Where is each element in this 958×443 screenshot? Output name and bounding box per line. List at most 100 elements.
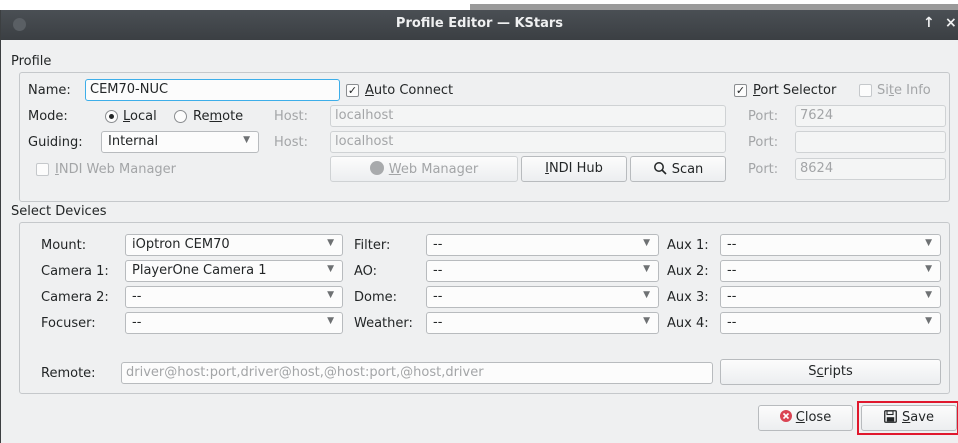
guiding-label: Guiding: (28, 135, 83, 150)
auto-connect-checkbox[interactable]: ✓ (346, 84, 359, 97)
aux3-combo[interactable]: -- ▼ (720, 286, 941, 308)
aux3-combo-value: -- (727, 289, 737, 304)
chevron-down-icon: ▼ (327, 290, 334, 300)
mode-remote-radio[interactable] (174, 110, 187, 123)
mode-local-radio[interactable] (105, 110, 118, 123)
weather-label: Weather: (354, 316, 413, 331)
aux2-combo[interactable]: -- ▼ (720, 260, 941, 282)
auto-connect-label[interactable]: Auto Connect (365, 83, 453, 98)
chevron-down-icon: ▼ (243, 135, 250, 145)
port-selector-label-rest: ort Selector (760, 83, 837, 98)
host-field-1[interactable]: localhost (330, 105, 726, 127)
mount-combo-value: iOptron CEM70 (132, 237, 230, 252)
camera1-label: Camera 1: (41, 264, 109, 279)
camera1-combo-value: PlayerOne Camera 1 (132, 263, 267, 278)
aux2-combo-value: -- (727, 263, 737, 278)
focuser-label: Focuser: (41, 316, 96, 331)
host-label-1: Host: (274, 109, 308, 124)
aux1-label: Aux 1: (667, 238, 709, 253)
port-field-3[interactable]: 8624 (795, 158, 946, 180)
camera2-label: Camera 2: (41, 290, 109, 305)
scan-button[interactable]: Scan (630, 156, 726, 182)
port-label-1: Port: (748, 109, 779, 124)
profile-editor-window: Profile Editor — KStars ↑ × Profile Name… (0, 10, 958, 443)
weather-combo-value: -- (433, 315, 443, 330)
chevron-down-icon: ▼ (925, 290, 932, 300)
focuser-combo[interactable]: -- ▼ (125, 312, 343, 334)
filter-combo-value: -- (433, 237, 443, 252)
chevron-down-icon: ▼ (327, 238, 334, 248)
aux1-combo[interactable]: -- ▼ (720, 234, 941, 256)
aux4-label: Aux 4: (667, 316, 709, 331)
dome-combo[interactable]: -- ▼ (426, 286, 659, 308)
port-selector-checkbox[interactable]: ✓ (734, 84, 747, 97)
remote-drivers-input[interactable]: driver@host:port,driver@host,@host:port,… (121, 362, 713, 384)
check-icon: ✓ (735, 84, 746, 97)
filter-label: Filter: (354, 238, 391, 253)
web-manager-button[interactable]: Web Manager (330, 156, 518, 182)
focuser-combo-value: -- (132, 315, 142, 330)
chevron-down-icon: ▼ (327, 264, 334, 274)
close-circle-icon (779, 410, 792, 422)
mode-label: Mode: (28, 109, 68, 124)
chevron-down-icon: ▼ (327, 316, 334, 326)
host-label-2: Host: (274, 135, 308, 150)
window-title: Profile Editor — KStars (395, 16, 564, 31)
profile-group-title: Profile (11, 54, 52, 69)
ao-label: AO: (354, 264, 378, 279)
chevron-down-icon: ▼ (925, 238, 932, 248)
aux2-label: Aux 2: (667, 264, 709, 279)
aux4-combo-value: -- (727, 315, 737, 330)
indi-web-manager-checkbox[interactable] (36, 163, 49, 176)
select-devices-group-title: Select Devices (11, 204, 107, 219)
camera2-combo[interactable]: -- ▼ (125, 286, 343, 308)
scripts-button[interactable]: Scripts (720, 359, 941, 385)
site-info-checkbox[interactable] (859, 84, 872, 97)
indi-hub-button[interactable]: INDI Hub (521, 156, 627, 182)
camera2-combo-value: -- (132, 289, 142, 304)
port-label-2: Port: (748, 135, 779, 150)
indi-web-manager-label[interactable]: INDI Web Manager (55, 162, 176, 177)
aux1-combo-value: -- (727, 237, 737, 252)
chevron-down-icon: ▼ (925, 316, 932, 326)
mode-local-label[interactable]: Local (123, 109, 157, 124)
name-field[interactable]: CEM70-NUC (85, 79, 340, 101)
weather-combo[interactable]: -- ▼ (426, 312, 659, 334)
guiding-combo[interactable]: Internal ▼ (101, 131, 259, 153)
close-window-icon[interactable]: × (945, 15, 957, 31)
close-button[interactable]: Close (758, 405, 853, 431)
close-label: Close (795, 410, 832, 425)
background-app-strip (0, 0, 958, 10)
highlight-box (857, 401, 958, 435)
chevron-down-icon: ▼ (643, 264, 650, 274)
keep-above-icon[interactable]: ↑ (923, 15, 935, 31)
mode-remote-label[interactable]: Remote (193, 109, 243, 124)
chevron-down-icon: ▼ (643, 238, 650, 248)
mount-combo[interactable]: iOptron CEM70 ▼ (125, 234, 343, 256)
ao-combo-value: -- (433, 263, 443, 278)
host-field-2[interactable]: localhost (330, 131, 726, 153)
chevron-down-icon: ▼ (925, 264, 932, 274)
indi-hub-label: INDI Hub (545, 161, 603, 176)
port-selector-label[interactable]: Port Selector (753, 83, 836, 98)
search-icon (653, 162, 667, 175)
web-manager-label: Web Manager (388, 162, 479, 177)
name-label: Name: (28, 83, 71, 98)
aux3-label: Aux 3: (667, 290, 709, 305)
auto-connect-label-rest: uto Connect (373, 83, 454, 98)
guiding-combo-value: Internal (108, 134, 159, 149)
check-icon: ✓ (347, 84, 358, 97)
port-field-2[interactable] (795, 131, 946, 153)
aux4-combo[interactable]: -- ▼ (720, 312, 941, 334)
ao-combo[interactable]: -- ▼ (426, 260, 659, 282)
camera1-combo[interactable]: PlayerOne Camera 1 ▼ (125, 260, 343, 282)
chevron-down-icon: ▼ (643, 316, 650, 326)
site-info-label[interactable]: Site Info (877, 83, 931, 98)
mount-label: Mount: (41, 238, 87, 253)
port-field-1[interactable]: 7624 (795, 105, 946, 127)
chevron-down-icon: ▼ (643, 290, 650, 300)
filter-combo[interactable]: -- ▼ (426, 234, 659, 256)
title-bar[interactable]: Profile Editor — KStars ↑ × (1, 10, 958, 40)
dome-label: Dome: (354, 290, 398, 305)
scan-label: Scan (671, 162, 704, 177)
